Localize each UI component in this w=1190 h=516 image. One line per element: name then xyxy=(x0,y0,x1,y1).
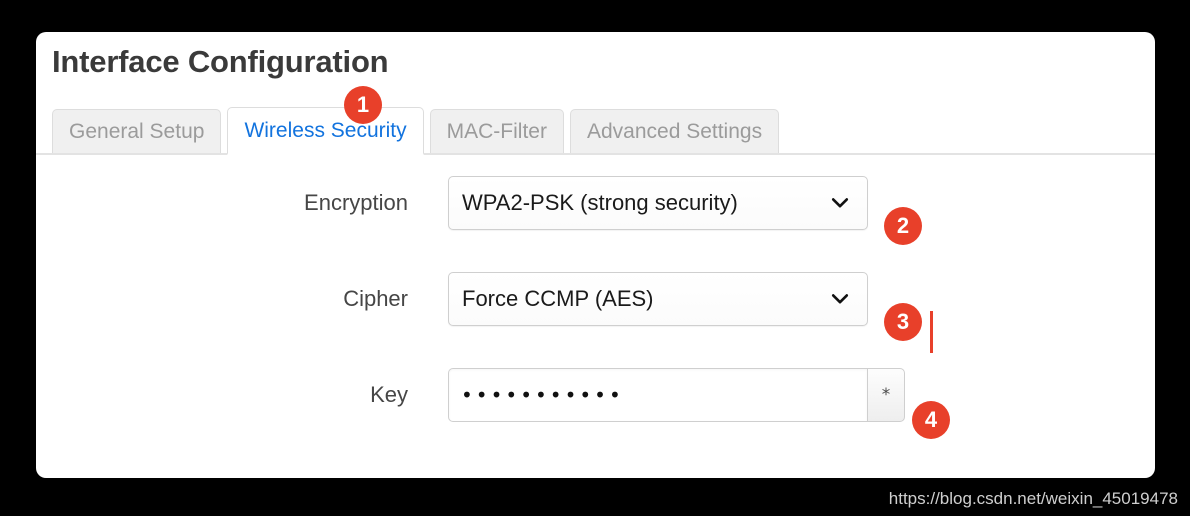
cipher-control: Force CCMP (AES) xyxy=(448,272,868,326)
annotation-badge-1: 1 xyxy=(344,86,382,124)
annotation-badge-2: 2 xyxy=(884,207,922,245)
tab-list: General Setup Wireless Security MAC-Filt… xyxy=(52,107,780,155)
annotation-badge-1-label: 1 xyxy=(356,92,370,117)
annotation-badge-4-label: 4 xyxy=(924,407,938,432)
page-title: Interface Configuration xyxy=(52,44,389,79)
cipher-select-value: Force CCMP (AES) xyxy=(462,286,654,311)
tab-general-setup[interactable]: General Setup xyxy=(52,109,222,153)
key-input[interactable]: ••••••••••• xyxy=(448,368,867,422)
encryption-row: Encryption WPA2-PSK (strong security) xyxy=(36,155,1155,251)
tab-wireless-security[interactable]: Wireless Security xyxy=(227,107,424,155)
key-input-value: ••••••••••• xyxy=(461,383,624,407)
tab-wireless-security-label: Wireless Security xyxy=(244,119,407,142)
wireless-security-form: Encryption WPA2-PSK (strong security) Ci… xyxy=(36,155,1155,443)
tab-advanced-settings[interactable]: Advanced Settings xyxy=(569,109,780,153)
cipher-label: Cipher xyxy=(343,286,408,311)
asterisk-icon: * xyxy=(881,385,891,405)
chevron-down-icon xyxy=(830,193,850,213)
encryption-label: Encryption xyxy=(304,190,408,215)
annotation-badge-3-label: 3 xyxy=(896,309,910,334)
annotation-badge-4: 4 xyxy=(912,401,950,439)
tab-advanced-settings-label: Advanced Settings xyxy=(586,120,763,143)
tab-strip: General Setup Wireless Security MAC-Filt… xyxy=(36,105,1155,155)
annotation-badge-3: 3 xyxy=(884,303,922,341)
chevron-down-icon xyxy=(830,289,850,309)
tab-mac-filter-label: MAC-Filter xyxy=(446,120,547,143)
key-label: Key xyxy=(370,382,408,407)
encryption-select[interactable]: WPA2-PSK (strong security) xyxy=(448,176,868,230)
annotation-pointer-line xyxy=(930,311,933,353)
encryption-select-value: WPA2-PSK (strong security) xyxy=(462,190,738,215)
key-row: Key ••••••••••• * xyxy=(36,347,1155,443)
key-input-group: ••••••••••• * xyxy=(448,368,905,422)
reveal-password-button[interactable]: * xyxy=(867,368,905,422)
tab-general-setup-label: General Setup xyxy=(69,120,205,143)
interface-configuration-card: Interface Configuration General Setup Wi… xyxy=(36,32,1155,478)
encryption-control: WPA2-PSK (strong security) xyxy=(448,176,868,230)
tab-mac-filter[interactable]: MAC-Filter xyxy=(429,109,564,153)
key-control: ••••••••••• * xyxy=(448,368,905,422)
cipher-row: Cipher Force CCMP (AES) xyxy=(36,251,1155,347)
annotation-badge-2-label: 2 xyxy=(896,213,910,238)
cipher-select[interactable]: Force CCMP (AES) xyxy=(448,272,868,326)
watermark: https://blog.csdn.net/weixin_45019478 xyxy=(888,489,1178,508)
